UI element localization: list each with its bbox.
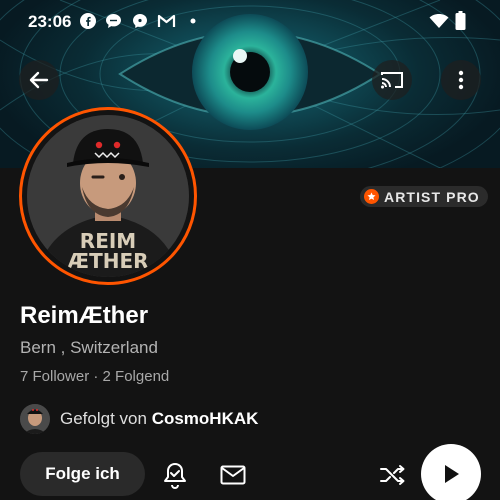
follower-avatar xyxy=(20,404,50,434)
following-link[interactable]: 2 Folgend xyxy=(103,368,170,385)
battery-icon xyxy=(455,11,466,30)
profile-location: Bern , Switzerland xyxy=(20,338,158,357)
following-button[interactable]: Folge ich xyxy=(20,452,145,496)
status-time: 23:06 xyxy=(28,12,72,31)
chat-bubble-icon xyxy=(106,14,121,28)
back-button[interactable] xyxy=(19,60,59,100)
facebook-icon xyxy=(80,13,96,29)
arrow-left-icon xyxy=(29,71,49,89)
avatar-shirt-text: REIM ÆTHER xyxy=(27,231,189,271)
avatar-image: REIM ÆTHER xyxy=(27,115,189,277)
profile-stats: 7 Follower · 2 Folgend xyxy=(20,368,169,385)
artist-pro-badge: ARTIST PRO xyxy=(360,186,488,207)
stats-separator: · xyxy=(93,368,99,385)
badge-label: ARTIST PRO xyxy=(384,188,480,205)
pro-star-icon xyxy=(364,189,379,204)
avatar-text-line2: ÆTHER xyxy=(67,249,149,273)
play-button[interactable] xyxy=(421,444,481,500)
followers-link[interactable]: 7 Follower xyxy=(20,368,89,385)
shuffle-button[interactable] xyxy=(378,460,408,490)
avatar-text-line1: REIM xyxy=(79,229,137,253)
followed-by-label: Gefolgt von CosmoHKAK xyxy=(60,409,258,429)
messenger-icon xyxy=(133,14,147,28)
shuffle-icon xyxy=(380,465,405,485)
profile-avatar[interactable]: REIM ÆTHER xyxy=(19,107,197,285)
message-button[interactable] xyxy=(218,460,248,490)
mail-icon xyxy=(220,465,246,485)
play-icon xyxy=(445,465,459,483)
dot-icon xyxy=(190,18,196,24)
wifi-icon xyxy=(429,14,449,28)
notifications-button[interactable] xyxy=(160,460,190,490)
more-options-button[interactable] xyxy=(441,60,481,100)
followed-by-row[interactable]: Gefolgt von CosmoHKAK xyxy=(20,404,258,434)
cast-icon xyxy=(381,72,403,89)
gmail-icon xyxy=(157,14,176,27)
more-vertical-icon xyxy=(458,70,464,90)
cast-button[interactable] xyxy=(372,60,412,100)
status-bar: 23:06 xyxy=(0,0,500,44)
followed-by-prefix: Gefolgt von xyxy=(60,409,147,428)
bell-check-icon xyxy=(164,463,186,489)
profile-name: ReimÆther xyxy=(20,302,149,329)
followed-by-name[interactable]: CosmoHKAK xyxy=(152,409,259,428)
